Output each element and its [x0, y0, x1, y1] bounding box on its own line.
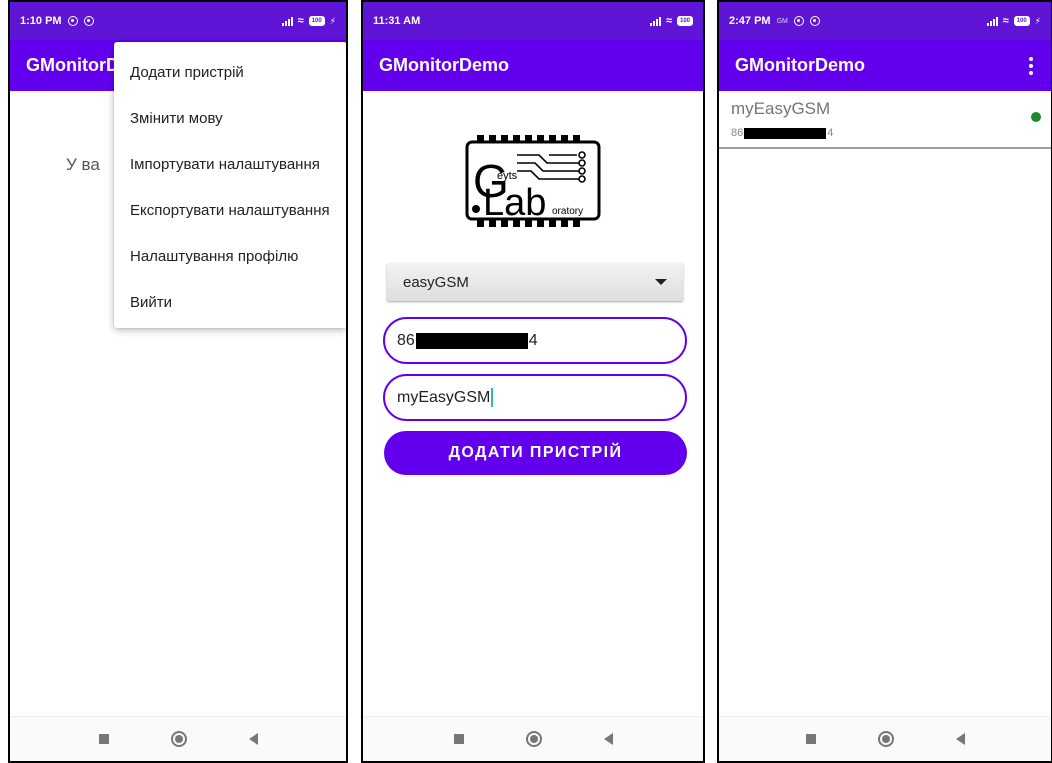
status-bar: 2:47 PM GM ≈ 100 ⚡	[719, 2, 1051, 40]
back-icon[interactable]	[603, 733, 613, 745]
redaction-bar	[744, 127, 827, 139]
menu-item-profile-settings[interactable]: Налаштування профілю	[114, 234, 346, 280]
logo-text-oratory: oratory	[552, 206, 583, 217]
app-title: GMonitorDemo	[735, 55, 865, 75]
phone-number-field[interactable]: 86 4	[383, 317, 687, 364]
charging-icon: ⚡	[1034, 15, 1041, 26]
dropdown-arrow-icon	[655, 279, 667, 285]
app-bar: GMonitorDemo	[719, 40, 1051, 91]
back-icon[interactable]	[248, 733, 258, 745]
add-device-form: G eyts Lab oratory easyGSM 86 4 myEasyGS…	[363, 91, 703, 716]
online-status-indicator	[1031, 112, 1041, 122]
wifi-icon: ≈	[665, 15, 672, 27]
empty-state-text: У ва	[66, 155, 100, 174]
logo-text-eyts: eyts	[497, 170, 518, 182]
logo-text-lab: Lab	[483, 182, 546, 224]
menu-item-logout[interactable]: Вийти	[114, 280, 346, 326]
status-extra-indicator: GM	[776, 17, 788, 25]
device-type-value: easyGSM	[403, 273, 469, 291]
signal-icon	[281, 16, 293, 26]
do-not-disturb-icon	[83, 16, 94, 26]
device-type-dropdown[interactable]: easyGSM	[387, 263, 683, 301]
status-bar: 11:31 AM ≈ 100	[363, 2, 703, 40]
recent-apps-icon[interactable]	[805, 734, 816, 744]
phone-screen-menu: 1:10 PM ≈ 100 ⚡ GMonitorD У ва Додати пр…	[8, 0, 348, 763]
home-icon[interactable]	[170, 731, 187, 747]
phone-screen-device-list: 2:47 PM GM ≈ 100 ⚡ GMonitorDemo myEasyGS…	[717, 0, 1052, 763]
charging-icon: ⚡	[329, 15, 336, 26]
list-item[interactable]: myEasyGSM 86 4	[719, 91, 1051, 149]
status-bar: 1:10 PM ≈ 100 ⚡	[10, 2, 346, 40]
geyts-laboratory-logo: G eyts Lab oratory	[465, 135, 601, 227]
status-time: 1:10 PM	[20, 15, 62, 27]
device-list: myEasyGSM 86 4	[719, 91, 1051, 716]
device-name: myEasyGSM	[731, 99, 831, 118]
device-name-value: myEasyGSM	[397, 388, 491, 406]
menu-item-change-language[interactable]: Змінити мову	[114, 96, 346, 142]
overflow-menu: Додати пристрій Змінити мову Імпортувати…	[114, 42, 346, 328]
text-cursor	[491, 388, 494, 407]
app-title: GMonitorDemo	[379, 55, 509, 75]
device-name-field[interactable]: myEasyGSM	[383, 374, 687, 421]
phone-screen-add-device: 11:31 AM ≈ 100 GMonitorDemo G eyts Lab o…	[361, 0, 705, 763]
signal-icon	[649, 16, 661, 26]
system-nav-bar	[10, 716, 346, 761]
battery-icon: 100	[308, 16, 325, 26]
system-nav-bar	[719, 716, 1051, 761]
home-icon[interactable]	[525, 731, 542, 747]
back-icon[interactable]	[955, 733, 965, 745]
phone-number-suffix: 4	[528, 331, 538, 349]
redaction-bar	[415, 332, 528, 349]
add-device-button[interactable]: ДОДАТИ ПРИСТРІЙ	[384, 431, 687, 475]
battery-icon: 100	[1013, 16, 1030, 26]
recent-apps-icon[interactable]	[98, 734, 109, 744]
signal-icon	[986, 16, 998, 26]
menu-item-add-device[interactable]: Додати пристрій	[114, 50, 346, 96]
do-not-disturb-icon	[793, 16, 804, 26]
do-not-disturb-icon	[809, 16, 820, 26]
battery-icon: 100	[676, 16, 693, 26]
menu-item-import-settings[interactable]: Імпортувати налаштування	[114, 142, 346, 188]
menu-item-export-settings[interactable]: Експортувати налаштування	[114, 188, 346, 234]
wifi-icon: ≈	[1002, 15, 1009, 27]
system-nav-bar	[363, 716, 703, 761]
status-time: 11:31 AM	[373, 15, 421, 27]
device-number: 86 4	[731, 127, 833, 139]
overflow-menu-icon[interactable]	[1027, 53, 1035, 79]
app-bar: GMonitorDemo	[363, 40, 703, 91]
do-not-disturb-icon	[67, 16, 78, 26]
wifi-icon: ≈	[297, 15, 304, 27]
recent-apps-icon[interactable]	[453, 734, 464, 744]
home-icon[interactable]	[877, 731, 894, 747]
device-number-suffix: 4	[827, 127, 834, 139]
phone-number-prefix: 86	[397, 331, 415, 349]
status-time: 2:47 PM	[729, 15, 771, 27]
device-number-prefix: 86	[731, 127, 744, 139]
